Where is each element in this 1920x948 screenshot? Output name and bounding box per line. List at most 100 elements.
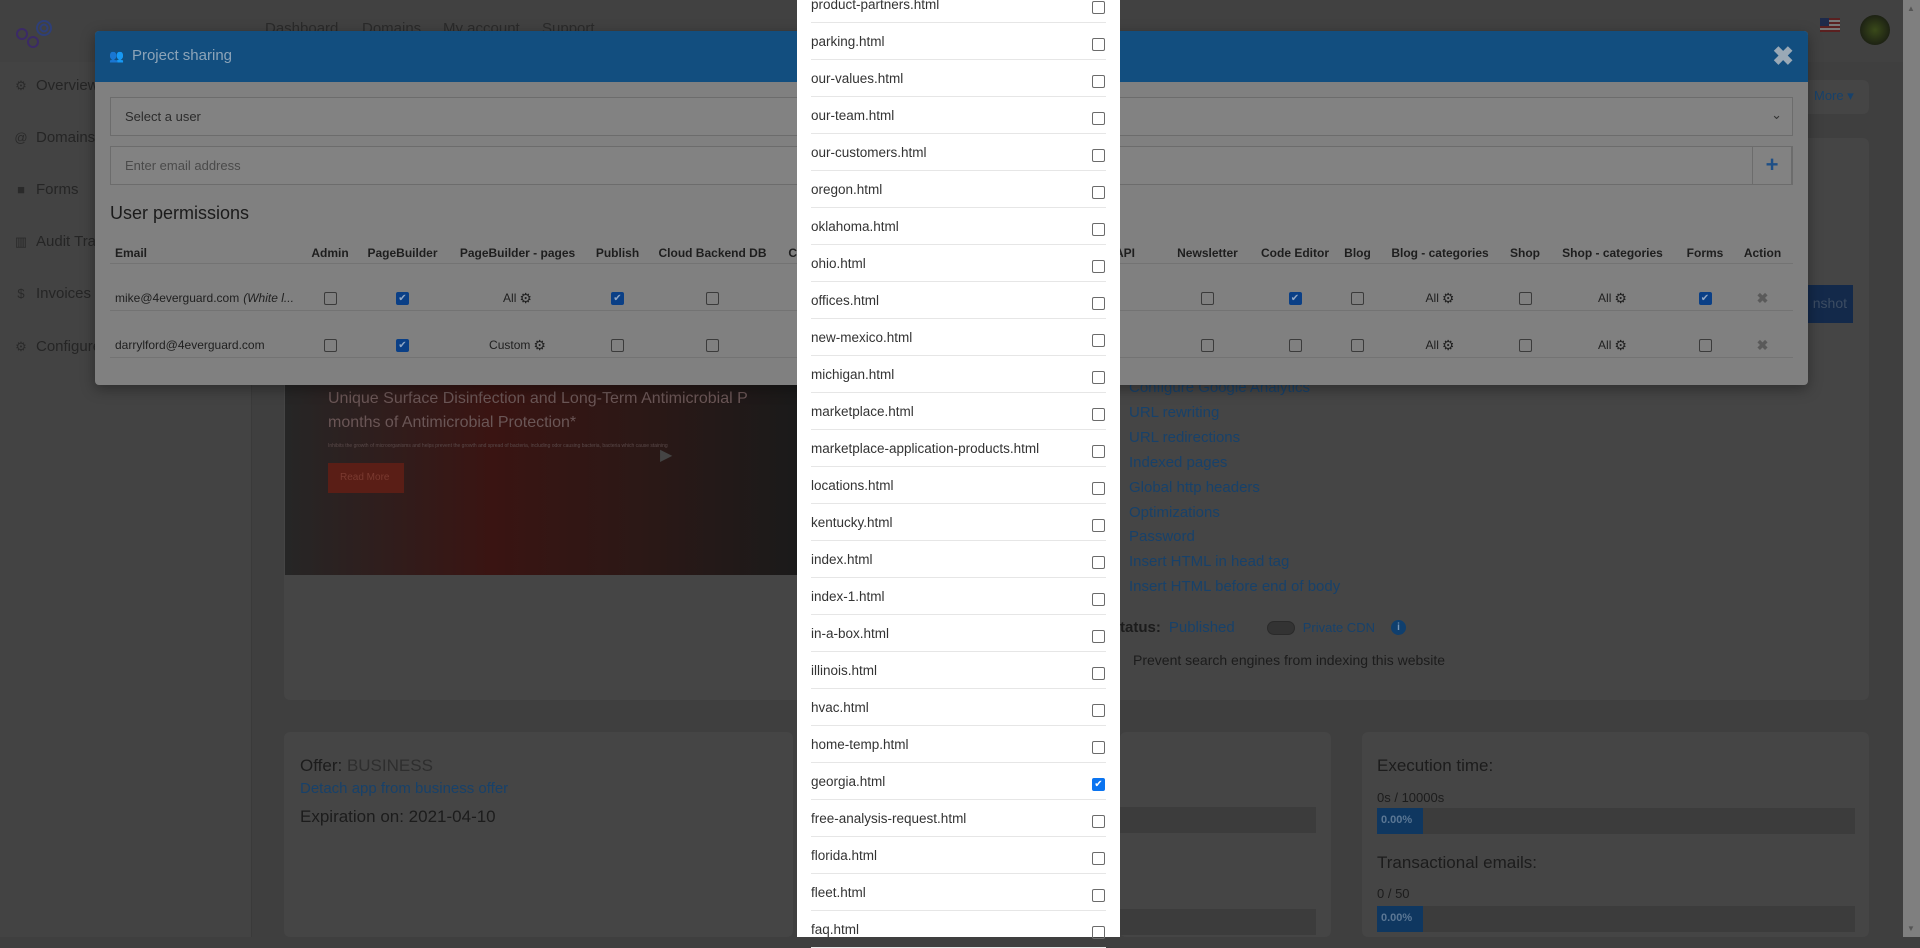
remove-user-icon[interactable]: ✖	[1757, 290, 1769, 307]
page-list-item[interactable]: parking.html	[811, 23, 1106, 60]
settings-link[interactable]: Insert HTML in head tag	[1129, 553, 1289, 570]
user-avatar[interactable]	[1860, 15, 1890, 45]
permission-checkbox[interactable]	[1201, 338, 1214, 352]
page-checkbox[interactable]	[1092, 222, 1105, 236]
page-checkbox[interactable]	[1092, 111, 1105, 125]
permission-checkbox[interactable]	[1518, 291, 1532, 305]
page-checkbox[interactable]	[1092, 370, 1105, 384]
page-checkbox[interactable]	[1092, 740, 1105, 754]
scroll-up-icon[interactable]: ▲	[1907, 4, 1915, 13]
gear-icon[interactable]: ⚙	[533, 337, 546, 354]
pages-list[interactable]: product-partners.html parking.html our-val…	[797, 0, 1120, 948]
permission-checkbox[interactable]	[611, 338, 624, 352]
permission-checkbox[interactable]	[1288, 338, 1302, 352]
settings-link[interactable]: URL rewriting	[1129, 404, 1219, 421]
page-list-item[interactable]: michigan.html	[811, 356, 1106, 393]
page-checkbox[interactable]	[1092, 592, 1105, 606]
page-checkbox[interactable]	[1092, 666, 1105, 680]
page-list-item[interactable]: in-a-box.html	[811, 615, 1106, 652]
page-checkbox[interactable]	[1092, 0, 1105, 14]
page-checkbox[interactable]	[1092, 888, 1105, 902]
page-list-item[interactable]: kentucky.html	[811, 504, 1106, 541]
settings-link[interactable]: Indexed pages	[1129, 454, 1227, 471]
page-checkbox[interactable]	[1092, 703, 1105, 717]
page-checkbox[interactable]	[1092, 407, 1105, 421]
flag-us-icon[interactable]	[1820, 18, 1840, 32]
page-list-item[interactable]: faq.html	[811, 911, 1106, 948]
permission-checkbox[interactable]: ✔	[1698, 291, 1712, 305]
permission-checkbox[interactable]: ✔	[396, 291, 409, 305]
page-list-item[interactable]: georgia.html ✔	[811, 763, 1106, 800]
page-list-item[interactable]: ohio.html	[811, 245, 1106, 282]
sidebar-item-invoices[interactable]: $ Invoices	[14, 285, 91, 302]
page-list-item[interactable]: marketplace.html	[811, 393, 1106, 430]
sidebar-item-configure[interactable]: ⚙ Configure	[14, 338, 101, 355]
page-list-item[interactable]: new-mexico.html	[811, 319, 1106, 356]
add-user-button[interactable]: +	[1752, 146, 1792, 185]
site-preview-image[interactable]: Unique Surface Disinfection and Long-Ter…	[285, 385, 800, 575]
gear-icon[interactable]: ⚙	[1614, 290, 1627, 307]
page-list-item[interactable]: offices.html	[811, 282, 1106, 319]
gear-icon[interactable]: ⚙	[1442, 337, 1455, 354]
permission-checkbox[interactable]	[1351, 291, 1364, 305]
page-checkbox[interactable]	[1092, 259, 1105, 273]
page-checkbox[interactable]: ✔	[1092, 777, 1105, 791]
page-list-item[interactable]: free-analysis-request.html	[811, 800, 1106, 837]
page-checkbox[interactable]	[1092, 814, 1105, 828]
settings-link[interactable]: Global http headers	[1129, 479, 1260, 496]
page-list-item[interactable]: our-customers.html	[811, 134, 1106, 171]
permission-checkbox[interactable]	[706, 291, 719, 305]
page-checkbox[interactable]	[1092, 333, 1105, 347]
sidebar-item-domains[interactable]: @ Domains	[14, 129, 95, 146]
page-list-item[interactable]: oklahoma.html	[811, 208, 1106, 245]
page-checkbox[interactable]	[1092, 185, 1105, 199]
page-checkbox[interactable]	[1092, 148, 1105, 162]
gear-icon[interactable]: ⚙	[1442, 290, 1455, 307]
page-list-item[interactable]: fleet.html	[811, 874, 1106, 911]
page-checkbox[interactable]	[1092, 74, 1105, 88]
sidebar-item-forms[interactable]: ■ Forms	[14, 181, 78, 198]
page-list-item[interactable]: index-1.html	[811, 578, 1106, 615]
more-dropdown[interactable]: More ▾	[1814, 88, 1854, 104]
page-list-item[interactable]: florida.html	[811, 837, 1106, 874]
private-cdn-toggle[interactable]	[1266, 620, 1295, 635]
page-list-item[interactable]: locations.html	[811, 467, 1106, 504]
gear-icon[interactable]: ⚙	[1614, 337, 1627, 354]
page-checkbox[interactable]	[1092, 555, 1105, 569]
page-list-item[interactable]: hvac.html	[811, 689, 1106, 726]
page-checkbox[interactable]	[1092, 851, 1105, 865]
settings-link[interactable]: Optimizations	[1129, 504, 1220, 521]
read-more-button[interactable]: Read More	[328, 463, 404, 493]
scroll-down-icon[interactable]: ▼	[1907, 924, 1915, 933]
page-checkbox[interactable]	[1092, 518, 1105, 532]
permission-checkbox[interactable]	[1351, 338, 1364, 352]
permission-checkbox[interactable]: ✔	[396, 338, 409, 352]
close-icon[interactable]: ✖	[1772, 41, 1794, 72]
page-checkbox[interactable]	[1092, 444, 1105, 458]
info-icon[interactable]: i	[1390, 620, 1406, 635]
permission-checkbox[interactable]	[1698, 338, 1712, 352]
permission-checkbox[interactable]	[1201, 291, 1214, 305]
page-list-item[interactable]: marketplace-application-products.html	[811, 430, 1106, 467]
page-list-item[interactable]: our-values.html	[811, 60, 1106, 97]
permission-checkbox[interactable]	[323, 291, 337, 305]
settings-link[interactable]: Insert HTML before end of body	[1129, 578, 1340, 595]
page-checkbox[interactable]	[1092, 481, 1105, 495]
permission-checkbox[interactable]	[323, 338, 337, 352]
page-list-item[interactable]: home-temp.html	[811, 726, 1106, 763]
sidebar-item-overview[interactable]: ⚙ Overview	[14, 77, 98, 94]
page-list-item[interactable]: oregon.html	[811, 171, 1106, 208]
app-logo[interactable]	[14, 16, 58, 50]
sidebar-item-audit-trail[interactable]: ▥ Audit Trail	[14, 233, 103, 250]
page-list-item[interactable]: index.html	[811, 541, 1106, 578]
detach-offer-link[interactable]: Detach app from business offer	[300, 780, 508, 797]
play-icon[interactable]: ▶	[660, 445, 672, 465]
prevent-indexing-label[interactable]: Prevent search engines from indexing thi…	[1133, 652, 1445, 668]
gear-icon[interactable]: ⚙	[519, 290, 532, 307]
page-checkbox[interactable]	[1092, 37, 1105, 51]
page-checkbox[interactable]	[1092, 296, 1105, 310]
permission-checkbox[interactable]: ✔	[1288, 291, 1302, 305]
page-list-item[interactable]: product-partners.html	[811, 0, 1106, 23]
settings-link[interactable]: URL redirections	[1129, 429, 1240, 446]
remove-user-icon[interactable]: ✖	[1757, 337, 1769, 354]
